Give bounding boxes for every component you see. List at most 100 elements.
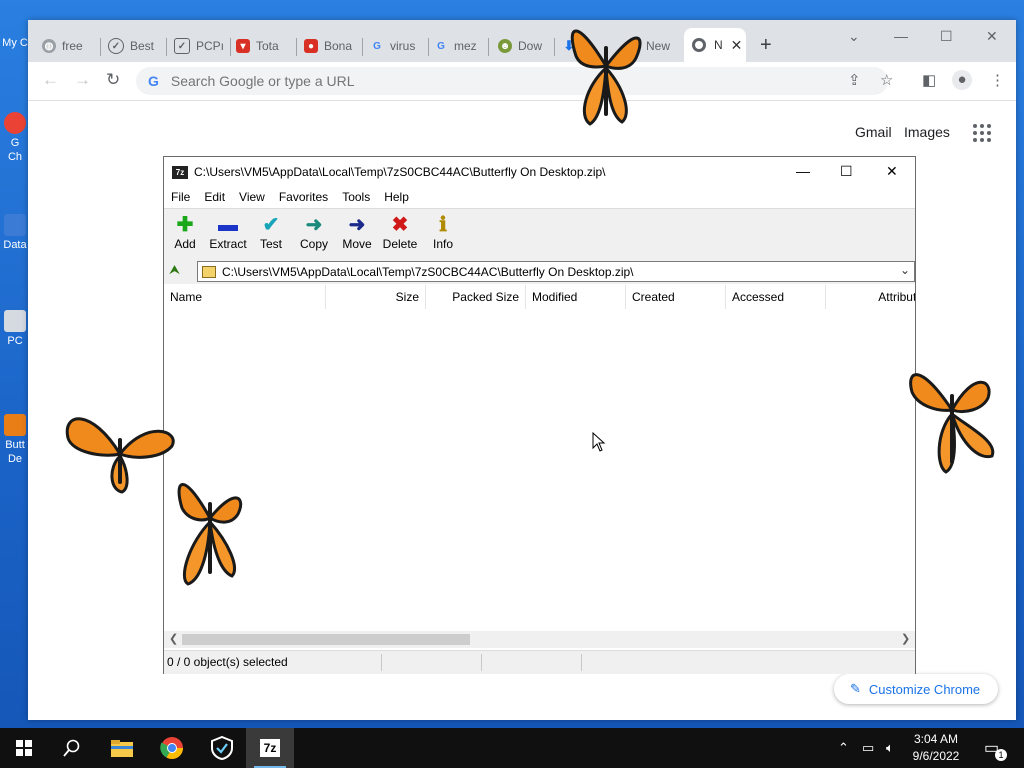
tab-active[interactable]: N ✕ (684, 28, 746, 62)
delete-label: Delete (382, 237, 418, 251)
back-arrow-icon[interactable]: ← (42, 70, 59, 90)
google-apps-icon[interactable] (973, 124, 991, 142)
taskbar: 7z ⌃ ▭ 🔈︎ 3:04 AM 9/6/2022 ▭ 1 (0, 728, 1024, 768)
volume-icon[interactable]: 🔈︎ (886, 728, 894, 768)
omnibox-input[interactable] (168, 72, 773, 90)
tab-separator (362, 38, 363, 56)
menu-tools[interactable]: Tools (335, 187, 377, 207)
folder-up-icon[interactable]: ⮝ (169, 262, 185, 280)
info-button[interactable]: ℹ Info (421, 213, 465, 251)
scroll-right-icon[interactable]: ❯ (901, 632, 910, 645)
move-button[interactable]: ➜ Move (335, 213, 379, 251)
security-taskbar-button[interactable] (198, 728, 246, 768)
file-explorer-button[interactable] (98, 728, 146, 768)
test-button[interactable]: ✔ Test (249, 213, 293, 251)
menu-view[interactable]: View (232, 187, 272, 207)
close-button[interactable]: ✕ (886, 163, 898, 180)
google-icon: G (373, 40, 381, 52)
notification-center-icon[interactable]: ▭ 1 (984, 728, 1007, 768)
tab-best[interactable]: ✓ Best (108, 32, 160, 60)
tab-strip: ◍ free ✓ Best ✓ PCPı ▾ Tota ● Bona G vir… (28, 20, 1016, 62)
copy-button[interactable]: ➜ Copy (292, 213, 336, 251)
google-icon: G (437, 40, 445, 52)
path-text: C:\Users\VM5\AppData\Local\Temp\7zS0CBC4… (222, 264, 634, 279)
tab-free[interactable]: ◍ free (42, 32, 94, 60)
column-name[interactable]: Name (164, 285, 326, 309)
column-attributes[interactable]: Attributes (826, 285, 915, 309)
share-icon[interactable]: ⇪ (848, 71, 861, 89)
mouse-cursor-icon (592, 432, 606, 452)
chevron-down-icon[interactable]: ⌄ (900, 263, 910, 277)
reload-icon[interactable]: ↻ (106, 70, 120, 90)
scroll-left-icon[interactable]: ❮ (169, 632, 178, 645)
7zip-taskbar-button[interactable]: 7z (246, 728, 294, 768)
column-size[interactable]: Size (326, 285, 426, 309)
desktop-icon-chrome[interactable]: G Ch (0, 112, 30, 164)
clock[interactable]: 3:04 AM 9/6/2022 (900, 731, 972, 765)
desktop-icon-my-computer[interactable]: My C (0, 12, 30, 50)
maximize-button[interactable]: ☐ (940, 28, 953, 45)
close-icon[interactable]: ✕ (731, 37, 743, 54)
omnibox[interactable]: G (136, 67, 888, 95)
more-menu-icon[interactable]: ⋮ (990, 71, 1005, 89)
extract-button[interactable]: ▬ Extract (206, 213, 250, 251)
side-panel-icon[interactable]: ◧ (922, 71, 936, 89)
pencil-icon: ✎ (850, 681, 861, 696)
file-list[interactable] (164, 309, 915, 631)
path-combobox[interactable]: C:\Users\VM5\AppData\Local\Temp\7zS0CBC4… (197, 261, 915, 282)
chrome-taskbar-button[interactable] (148, 728, 196, 768)
horizontal-scrollbar[interactable]: ❮ ❯ (164, 631, 915, 648)
column-packed-size[interactable]: Packed Size (426, 285, 526, 309)
test-label: Test (259, 237, 282, 251)
7zip-title-bar[interactable]: 7z C:\Users\VM5\AppData\Local\Temp\7zS0C… (164, 157, 915, 187)
search-button[interactable] (48, 728, 96, 768)
profile-avatar-icon[interactable]: ● (952, 70, 972, 90)
tab-download[interactable]: ☻ Dow (498, 32, 548, 60)
menu-favorites[interactable]: Favorites (272, 187, 335, 207)
butterfly-icon (570, 29, 642, 126)
add-button[interactable]: ✚ Add (163, 213, 207, 251)
forward-arrow-icon[interactable]: → (74, 70, 91, 90)
desktop-icon-data[interactable]: Data (0, 214, 30, 252)
menu-file[interactable]: File (164, 187, 197, 207)
clock-time: 3:04 AM (913, 732, 959, 746)
column-accessed[interactable]: Accessed (726, 285, 826, 309)
windows-start-icon (16, 740, 32, 756)
images-link[interactable]: Images (904, 124, 950, 140)
move-icon: ➜ (348, 214, 366, 236)
start-button[interactable] (0, 728, 48, 768)
tab-bonanza[interactable]: ● Bona (304, 32, 356, 60)
maximize-button[interactable]: ☐ (840, 163, 853, 180)
menu-help[interactable]: Help (377, 187, 416, 207)
minimize-button[interactable]: — (796, 163, 810, 179)
delete-button[interactable]: ✖ Delete (378, 213, 422, 251)
tab-separator (554, 38, 555, 56)
column-modified[interactable]: Modified (526, 285, 626, 309)
butterfly-icon (177, 483, 243, 586)
customize-chrome-button[interactable]: ✎ Customize Chrome (834, 674, 998, 704)
bookmark-star-icon[interactable]: ☆ (880, 71, 893, 89)
copy-icon: ➜ (305, 214, 323, 236)
add-label: Add (174, 237, 196, 251)
tab-virus[interactable]: G virus (370, 32, 422, 60)
tab-pcp[interactable]: ✓ PCPı (174, 32, 224, 60)
desktop-icon-pc[interactable]: PC (0, 310, 30, 348)
column-created[interactable]: Created (626, 285, 726, 309)
minimize-button[interactable]: — (894, 28, 908, 44)
add-icon: ✚ (176, 214, 194, 236)
tab-separator (296, 38, 297, 56)
security-shield-icon (211, 736, 233, 760)
tab-mez[interactable]: G mez (434, 32, 482, 60)
scrollbar-thumb[interactable] (182, 634, 470, 645)
network-icon[interactable]: ▭ (862, 728, 874, 768)
column-attributes-label: Attributes (878, 290, 915, 304)
new-tab-button[interactable]: + (760, 34, 772, 57)
desktop-icon-butterfly[interactable]: Butt De (0, 414, 30, 466)
tab-total[interactable]: ▾ Tota (236, 32, 290, 60)
tab-search-chevron-icon[interactable]: ⌄ (848, 28, 860, 45)
menu-edit[interactable]: Edit (197, 187, 232, 207)
gmail-link[interactable]: Gmail (855, 124, 892, 140)
close-window-button[interactable]: ✕ (986, 28, 998, 45)
extract-icon: ▬ (218, 214, 238, 236)
show-hidden-icons-icon[interactable]: ⌃ (838, 728, 849, 768)
